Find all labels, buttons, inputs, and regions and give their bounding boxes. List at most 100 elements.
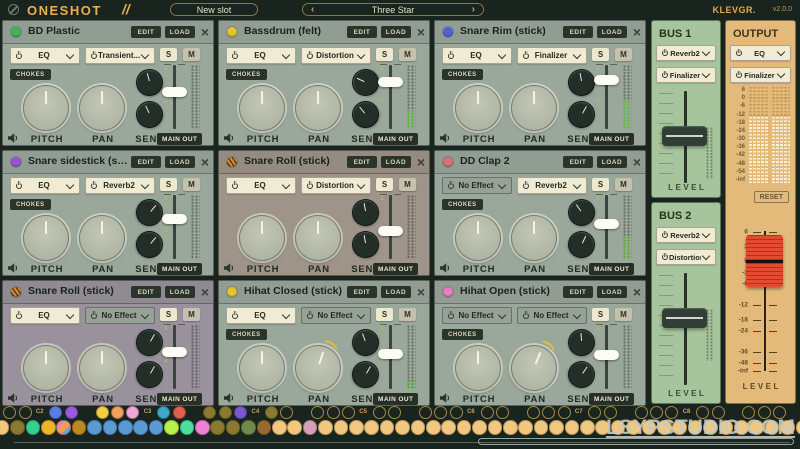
power-icon[interactable]: [15, 312, 23, 320]
load-button[interactable]: LOAD: [381, 156, 411, 168]
white-key[interactable]: [318, 420, 333, 435]
fx-slot-2[interactable]: Distortion: [301, 177, 371, 194]
new-slot-button[interactable]: New slot: [170, 3, 258, 16]
power-icon[interactable]: [15, 182, 23, 190]
volume-slider-handle[interactable]: [162, 214, 187, 224]
power-icon[interactable]: [15, 52, 23, 60]
solo-button[interactable]: S: [376, 308, 393, 321]
volume-slider-handle[interactable]: [594, 219, 619, 229]
power-icon[interactable]: [735, 49, 743, 57]
speaker-icon[interactable]: [224, 133, 236, 143]
solo-button[interactable]: S: [592, 178, 609, 191]
black-key[interactable]: [327, 406, 340, 419]
power-icon[interactable]: [447, 52, 455, 60]
volume-slider[interactable]: [173, 325, 176, 389]
load-button[interactable]: LOAD: [597, 156, 627, 168]
mute-button[interactable]: M: [183, 178, 200, 191]
white-key[interactable]: [457, 420, 472, 435]
black-key[interactable]: [65, 406, 78, 419]
white-key[interactable]: [364, 420, 379, 435]
volume-slider[interactable]: [389, 65, 392, 129]
preset-next-icon[interactable]: ›: [472, 4, 475, 15]
white-key[interactable]: [503, 420, 518, 435]
white-key[interactable]: [287, 420, 302, 435]
white-key[interactable]: [472, 420, 487, 435]
close-icon[interactable]: ×: [201, 22, 209, 42]
power-icon[interactable]: [231, 182, 239, 190]
black-key[interactable]: [496, 406, 509, 419]
white-key[interactable]: [334, 420, 349, 435]
send2-knob[interactable]: [347, 356, 384, 393]
white-key[interactable]: [210, 420, 225, 435]
power-icon[interactable]: [447, 182, 455, 190]
output-fx-slot-1[interactable]: EQ: [730, 45, 791, 61]
chokes-button[interactable]: CHOKES: [442, 329, 483, 340]
speaker-icon[interactable]: [8, 263, 20, 273]
black-key[interactable]: [388, 406, 401, 419]
close-icon[interactable]: ×: [417, 282, 425, 302]
white-key[interactable]: [411, 420, 426, 435]
black-key[interactable]: [234, 406, 247, 419]
load-button[interactable]: LOAD: [381, 26, 411, 38]
white-key[interactable]: [118, 420, 133, 435]
white-key[interactable]: [56, 420, 71, 435]
black-key[interactable]: [111, 406, 124, 419]
white-key[interactable]: [426, 420, 441, 435]
black-key[interactable]: [96, 406, 109, 419]
power-icon[interactable]: [231, 52, 239, 60]
power-icon[interactable]: [90, 312, 98, 320]
volume-slider-handle[interactable]: [594, 75, 619, 85]
white-key[interactable]: [303, 420, 318, 435]
fx-slot-1[interactable]: EQ: [226, 307, 296, 324]
close-icon[interactable]: ×: [633, 282, 641, 302]
white-key[interactable]: [87, 420, 102, 435]
white-key[interactable]: [226, 420, 241, 435]
black-key[interactable]: [173, 406, 186, 419]
close-icon[interactable]: ×: [417, 152, 425, 172]
mute-button[interactable]: M: [183, 308, 200, 321]
fx-slot-2[interactable]: Finalizer: [517, 47, 587, 64]
white-key[interactable]: [133, 420, 148, 435]
volume-slider-handle[interactable]: [378, 226, 403, 236]
white-key[interactable]: [565, 420, 580, 435]
mute-button[interactable]: M: [615, 308, 632, 321]
close-icon[interactable]: ×: [201, 152, 209, 172]
black-key[interactable]: [342, 406, 355, 419]
pitch-knob[interactable]: [455, 85, 501, 131]
fx-slot-1[interactable]: EQ: [10, 177, 80, 194]
power-icon[interactable]: [306, 182, 314, 190]
fx-slot-2[interactable]: Transient...: [85, 47, 155, 64]
solo-button[interactable]: S: [592, 308, 609, 321]
pan-knob[interactable]: [511, 215, 557, 261]
black-key[interactable]: [588, 406, 601, 419]
fx-slot-1[interactable]: EQ: [226, 47, 296, 64]
chokes-button[interactable]: CHOKES: [442, 199, 483, 210]
close-icon[interactable]: ×: [201, 282, 209, 302]
chokes-button[interactable]: CHOKES: [10, 69, 51, 80]
white-key[interactable]: [26, 420, 41, 435]
pan-knob[interactable]: [511, 85, 557, 131]
chokes-button[interactable]: CHOKES: [10, 199, 51, 210]
white-key[interactable]: [534, 420, 549, 435]
pan-knob[interactable]: [295, 215, 341, 261]
volume-slider[interactable]: [173, 65, 176, 129]
speaker-icon[interactable]: [224, 263, 236, 273]
send2-knob[interactable]: [563, 96, 600, 133]
speaker-icon[interactable]: [8, 133, 20, 143]
solo-button[interactable]: S: [160, 48, 177, 61]
white-key[interactable]: [488, 420, 503, 435]
edit-button[interactable]: EDIT: [563, 26, 593, 38]
white-key[interactable]: [164, 420, 179, 435]
volume-slider-handle[interactable]: [378, 77, 403, 87]
power-icon[interactable]: [661, 71, 669, 79]
bus2-fader-handle[interactable]: [662, 308, 707, 328]
chokes-button[interactable]: CHOKES: [226, 329, 267, 340]
pan-knob[interactable]: [295, 85, 341, 131]
fx-slot-1[interactable]: No Effect: [442, 307, 512, 324]
power-icon[interactable]: [90, 52, 98, 60]
power-icon[interactable]: [231, 312, 239, 320]
load-button[interactable]: LOAD: [165, 156, 195, 168]
mute-button[interactable]: M: [615, 178, 632, 191]
send1-knob[interactable]: [130, 193, 168, 231]
close-icon[interactable]: ×: [633, 152, 641, 172]
